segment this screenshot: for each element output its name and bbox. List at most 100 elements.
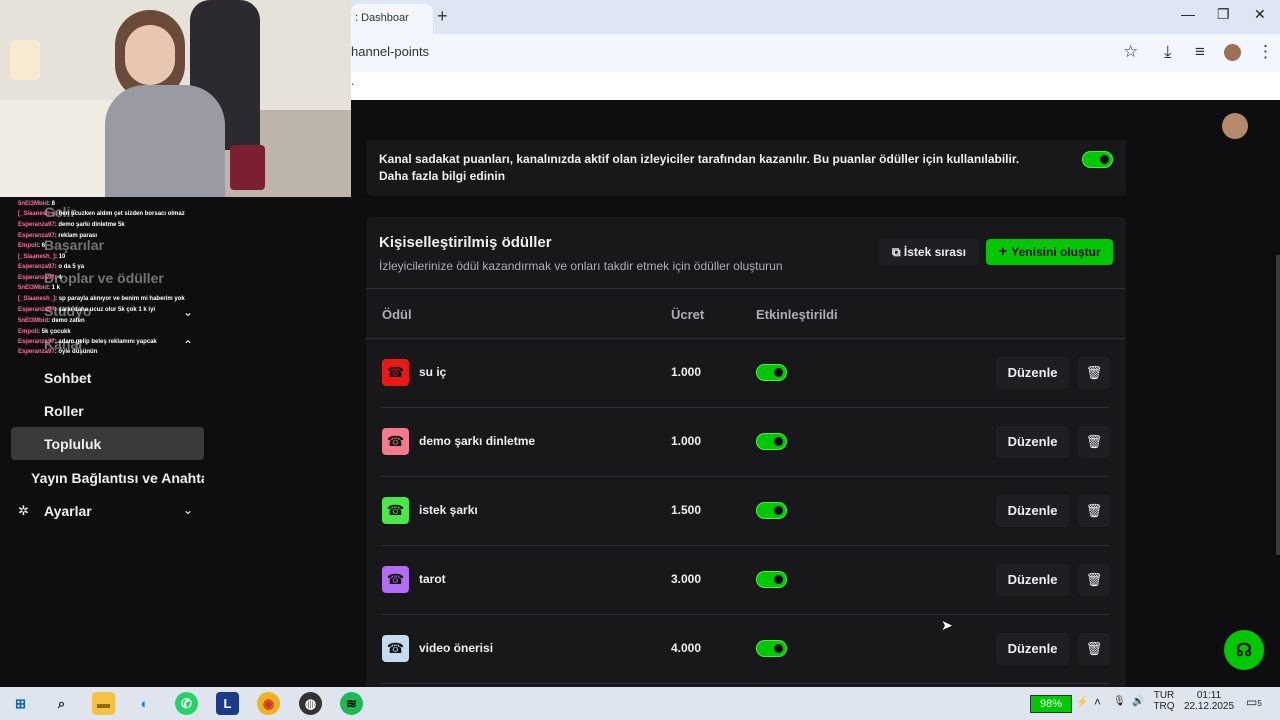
close-button[interactable]: ✕ bbox=[1254, 6, 1266, 23]
media-icon[interactable]: ≡ bbox=[1195, 42, 1205, 62]
sidebar-active-highlight bbox=[11, 427, 204, 460]
create-new-button[interactable]: + Yenisini oluştur bbox=[986, 239, 1113, 265]
reward-row: ☎ video önerisi 4.000 Düzenle 🗑 bbox=[381, 615, 1110, 683]
gear-icon: ✲ bbox=[18, 503, 29, 518]
chat-line: Esperanza97: adam gelip beleş reklamını … bbox=[18, 339, 157, 345]
reward-enabled-toggle[interactable] bbox=[756, 364, 787, 381]
chat-line: Esperanza97: 4 bbox=[18, 275, 62, 281]
reward-enabled-toggle[interactable] bbox=[756, 640, 787, 657]
browser-tab[interactable]: : Dashboar bbox=[351, 4, 433, 34]
reward-icon: ☎ bbox=[382, 635, 409, 662]
sidebar-item-roller[interactable]: Roller bbox=[44, 403, 84, 419]
lang-bottom: TRQ bbox=[1153, 701, 1175, 712]
whatsapp-icon[interactable]: ✆ bbox=[175, 692, 198, 715]
chat-line: Esperanza97: öyle düşünün bbox=[18, 349, 98, 355]
edit-button[interactable]: Düzenle bbox=[996, 495, 1069, 527]
bookmark-dot: . bbox=[351, 74, 355, 88]
reward-icon: ☎ bbox=[382, 497, 409, 524]
notification-count: 5 bbox=[1257, 699, 1262, 708]
chat-line: 5nEl3Mbid: demo zaten bbox=[18, 318, 85, 324]
edit-button[interactable]: Düzenle bbox=[996, 633, 1069, 665]
sidebar-item-sohbet[interactable]: Sohbet bbox=[44, 370, 91, 386]
chevron-down-icon[interactable]: ⌄ bbox=[183, 503, 193, 517]
trash-icon[interactable]: 🗑 bbox=[1078, 564, 1110, 596]
trash-icon[interactable]: 🗑 bbox=[1078, 426, 1110, 458]
chat-line: 5nEl3Mbid: 1 k bbox=[18, 285, 61, 291]
reward-row: ☎ tarot 3.000 Düzenle 🗑 bbox=[381, 546, 1110, 614]
divider bbox=[381, 683, 1109, 684]
plus-icon: + bbox=[998, 243, 1012, 260]
lang-top: TUR bbox=[1153, 690, 1175, 701]
windows-start-icon[interactable]: ⊞ bbox=[9, 692, 32, 715]
reward-cost: 1.000 bbox=[671, 434, 702, 448]
url-text[interactable]: hannel-points bbox=[351, 44, 429, 59]
language-indicator[interactable]: TUR TRQ bbox=[1151, 690, 1177, 712]
edit-button[interactable]: Düzenle bbox=[996, 426, 1069, 458]
taskbar: ⊞ ⌕ ▬ ◐ ✆ L ◉ ◍ ≋ 98% ⚡ ˄ 🎙 🔊 TUR TRQ 01… bbox=[0, 687, 1280, 720]
reward-name: demo şarkı dinletme bbox=[419, 434, 536, 448]
clock[interactable]: 01:11 22.12.2025 bbox=[1181, 690, 1237, 712]
loyalty-info-panel: Kanal sadakat puanları, kanalınızda akti… bbox=[366, 140, 1126, 196]
divider bbox=[366, 288, 1126, 289]
speaker-icon[interactable]: 🔊 bbox=[1132, 696, 1144, 707]
chat-overlay: 5nEl3Mbid: 8 [_Slaanesh_]: ben ucuzken a… bbox=[0, 197, 236, 357]
request-queue-label: İstek sırası bbox=[903, 245, 966, 259]
trash-icon[interactable]: 🗑 bbox=[1078, 495, 1110, 527]
reward-row: ☎ su iç 1.000 Düzenle 🗑 bbox=[381, 339, 1110, 407]
reward-name: su iç bbox=[419, 365, 447, 379]
l-app-icon[interactable]: L bbox=[216, 692, 239, 715]
search-icon[interactable]: ⌕ bbox=[50, 692, 73, 715]
chat-line: [_Slaanesh_]: sp parayla alınıyor ve ben… bbox=[18, 296, 185, 302]
file-explorer-icon[interactable]: ▬ bbox=[92, 692, 115, 715]
chat-line: Esperanza97: reklam parası bbox=[18, 233, 98, 239]
reward-row: ☎ demo şarkı dinletme 1.000 Düzenle 🗑 bbox=[381, 408, 1110, 476]
plug-icon: ⚡ bbox=[1076, 697, 1089, 708]
browser-tab-bar: : Dashboar + — ❐ ✕ bbox=[351, 0, 1280, 34]
reward-row: ☎ istek şarkı 1.500 Düzenle 🗑 bbox=[381, 477, 1110, 545]
reward-name: tarot bbox=[419, 572, 446, 586]
headset-icon[interactable]: ☊ bbox=[1224, 630, 1264, 670]
spotify-icon[interactable]: ≋ bbox=[340, 692, 363, 715]
reward-enabled-toggle[interactable] bbox=[756, 571, 787, 588]
reward-enabled-toggle[interactable] bbox=[756, 433, 787, 450]
create-new-label: Yenisini oluştur bbox=[1011, 245, 1101, 259]
obs-icon[interactable]: ◍ bbox=[299, 692, 322, 715]
reward-name: istek şarkı bbox=[419, 503, 478, 517]
reward-enabled-toggle[interactable] bbox=[756, 502, 787, 519]
chat-line: 5nEl3Mbid: 8 bbox=[18, 201, 56, 207]
trash-icon[interactable]: 🗑 bbox=[1078, 357, 1110, 389]
mouse-cursor-icon: ➤ bbox=[941, 617, 953, 633]
microphone-icon[interactable]: 🎙 bbox=[1113, 696, 1126, 707]
request-queue-button[interactable]: ⧉ İstek sırası bbox=[879, 239, 979, 265]
minimize-button[interactable]: — bbox=[1181, 6, 1195, 22]
user-avatar[interactable] bbox=[1222, 113, 1248, 139]
chat-line: Esperanza97: demo şarkı dinletme 5k bbox=[18, 222, 125, 228]
sidebar-item-topluluk[interactable]: Topluluk bbox=[44, 436, 101, 452]
chrome-icon[interactable]: ◉ bbox=[257, 692, 280, 715]
kebab-menu-icon[interactable]: ⋮ bbox=[1257, 42, 1274, 62]
new-tab-button[interactable]: + bbox=[437, 6, 448, 27]
maximize-button[interactable]: ❐ bbox=[1217, 6, 1230, 23]
chat-line: [_Slaanesh_]: ben ucuzken aldım çet sizd… bbox=[18, 211, 185, 217]
sidebar-item-ayarlar[interactable]: Ayarlar bbox=[44, 503, 92, 519]
sidebar-item-yayin-baglantisi[interactable]: Yayın Bağlantısı ve Anahtarı bbox=[31, 470, 204, 486]
channel-points-toggle[interactable] bbox=[1082, 151, 1113, 168]
chat-line: [_Slaanesh_]: 10 bbox=[18, 254, 66, 260]
edit-button[interactable]: Düzenle bbox=[996, 564, 1069, 596]
battery-indicator[interactable]: 98% bbox=[1030, 695, 1072, 713]
reward-icon: ☎ bbox=[382, 566, 409, 593]
star-icon[interactable]: ☆ bbox=[1123, 42, 1138, 62]
scrollbar[interactable] bbox=[1276, 255, 1280, 555]
profile-avatar[interactable] bbox=[1224, 44, 1241, 61]
download-icon[interactable]: ⤓ bbox=[1164, 42, 1172, 62]
edge-icon[interactable]: ◐ bbox=[133, 692, 156, 715]
address-bar[interactable]: hannel-points ☆ ⤓ ≡ ⋮ bbox=[351, 34, 1280, 72]
clock-date: 22.12.2025 bbox=[1183, 701, 1235, 712]
notification-icon[interactable]: ▭5 bbox=[1246, 695, 1262, 709]
learn-more-link[interactable]: Daha fazla bilgi edinin bbox=[379, 168, 1039, 185]
chevron-up-icon[interactable]: ˄ bbox=[1094, 695, 1101, 709]
header-cost: Ücret bbox=[671, 307, 705, 322]
edit-button[interactable]: Düzenle bbox=[996, 357, 1069, 389]
info-text: Kanal sadakat puanları, kanalınızda akti… bbox=[379, 151, 1039, 185]
trash-icon[interactable]: 🗑 bbox=[1078, 633, 1110, 665]
